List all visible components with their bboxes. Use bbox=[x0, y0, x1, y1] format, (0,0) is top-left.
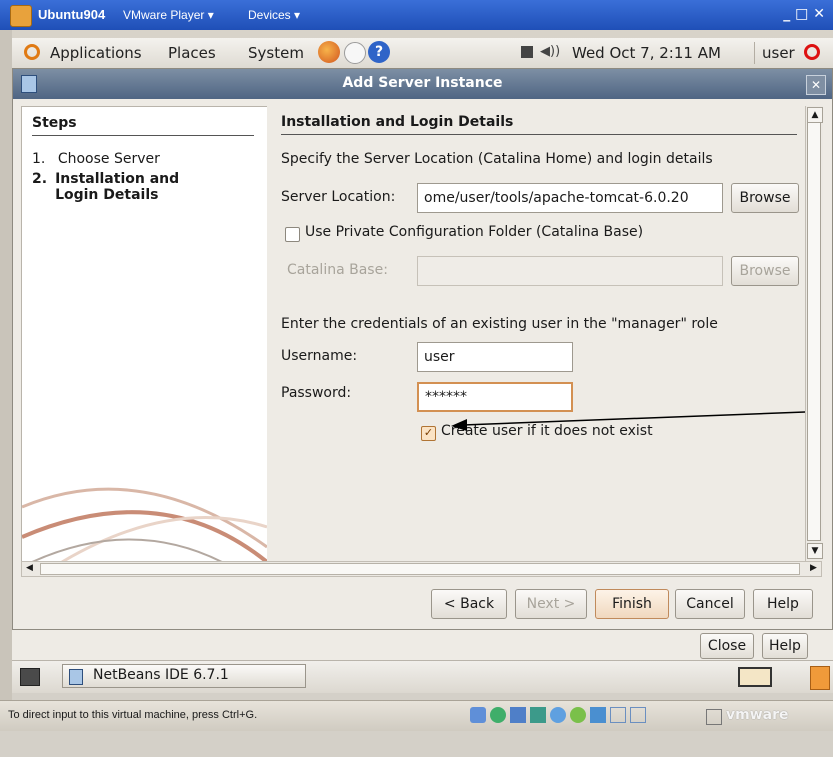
workspace-icon[interactable] bbox=[738, 667, 772, 687]
user-menu[interactable]: user bbox=[762, 44, 795, 62]
applications-menu[interactable]: Applications bbox=[50, 44, 142, 62]
cancel-button[interactable]: Cancel bbox=[675, 589, 745, 619]
vm-devices-menu[interactable]: Devices ▾ bbox=[248, 8, 300, 22]
private-config-label[interactable]: Use Private Configuration Folder (Catali… bbox=[305, 224, 643, 240]
vm-player-menu[interactable]: VMware Player ▾ bbox=[123, 8, 214, 22]
back-button[interactable]: < Back bbox=[431, 589, 507, 619]
gnome-top-panel: Applications Places System ? ◀)) Wed Oct… bbox=[12, 38, 833, 69]
status-hint: To direct input to this virtual machine,… bbox=[8, 709, 258, 721]
vmware-logo-icon bbox=[706, 709, 722, 725]
device-slot-icon[interactable] bbox=[630, 707, 646, 723]
step-item-current: 2. Installation and Login Details bbox=[32, 171, 252, 203]
dialog-title: Add Server Instance bbox=[342, 75, 503, 91]
installation-panel: Installation and Login Details Specify t… bbox=[267, 106, 805, 561]
horizontal-scrollbar[interactable]: ◀ ▶ bbox=[21, 561, 822, 577]
outer-help-button[interactable]: Help bbox=[762, 633, 808, 659]
scroll-left-arrow-icon[interactable]: ◀ bbox=[23, 562, 36, 575]
scroll-right-arrow-icon[interactable]: ▶ bbox=[807, 562, 820, 575]
vertical-scrollbar[interactable]: ▲ ▼ bbox=[805, 106, 823, 561]
device-icons[interactable] bbox=[470, 707, 670, 725]
scroll-thumb[interactable] bbox=[807, 122, 821, 541]
browse-server-location-button[interactable]: Browse bbox=[731, 183, 799, 213]
steps-panel: Steps 1. Choose Server 2. Installation a… bbox=[21, 106, 268, 563]
ubuntu-logo-icon bbox=[24, 44, 40, 60]
step-label: Installation and Login Details bbox=[55, 171, 180, 203]
vm-frame-top bbox=[12, 30, 833, 38]
steps-heading-rule bbox=[32, 135, 254, 136]
taskbar-window-button[interactable]: NetBeans IDE 6.7.1 bbox=[62, 664, 306, 688]
annotation-arrow bbox=[451, 411, 805, 431]
network-icon bbox=[521, 46, 533, 58]
vm-window-controls[interactable]: _ □ ✕ bbox=[783, 6, 825, 22]
vmware-brand: vmware bbox=[726, 707, 789, 723]
step-item: 1. Choose Server bbox=[32, 151, 160, 167]
password-label: Password: bbox=[281, 385, 352, 401]
browse-catalina-base-button: Browse bbox=[731, 256, 799, 286]
private-config-checkbox[interactable] bbox=[285, 227, 300, 242]
volume-icon[interactable]: ◀)) bbox=[540, 44, 560, 59]
close-icon[interactable]: ✕ bbox=[806, 75, 826, 95]
username-label: Username: bbox=[281, 348, 358, 364]
catalina-base-input bbox=[417, 256, 723, 286]
help-button[interactable]: Help bbox=[753, 589, 813, 619]
usb-icon[interactable] bbox=[550, 707, 566, 723]
add-server-dialog: Add Server Instance ✕ Steps 1. Choose Se… bbox=[12, 68, 833, 630]
vmware-status-bar: To direct input to this virtual machine,… bbox=[0, 700, 833, 731]
server-location-label: Server Location: bbox=[281, 189, 396, 205]
places-menu[interactable]: Places bbox=[168, 44, 216, 62]
printer-icon[interactable] bbox=[590, 707, 606, 723]
intro-text: Specify the Server Location (Catalina Ho… bbox=[281, 151, 713, 167]
vmware-titlebar: Ubuntu904 VMware Player ▾ Devices ▾ _ □ … bbox=[0, 0, 833, 30]
server-location-input[interactable]: ome/user/tools/apache-tomcat-6.0.20 bbox=[417, 183, 723, 213]
vm-title: Ubuntu904 bbox=[38, 7, 106, 22]
username-input[interactable]: user bbox=[417, 342, 573, 372]
heading-rule bbox=[281, 134, 797, 135]
show-desktop-icon[interactable] bbox=[20, 668, 40, 686]
clock[interactable]: Wed Oct 7, 2:11 AM bbox=[572, 44, 721, 62]
scroll-down-arrow-icon[interactable]: ▼ bbox=[807, 543, 823, 559]
cdrom-icon[interactable] bbox=[490, 707, 506, 723]
mail-icon[interactable] bbox=[344, 42, 366, 64]
step-number: 1. bbox=[32, 151, 46, 167]
outer-close-button[interactable]: Close bbox=[700, 633, 754, 659]
catalina-base-label: Catalina Base: bbox=[287, 262, 388, 278]
floppy-icon[interactable] bbox=[510, 707, 526, 723]
next-button: Next > bbox=[515, 589, 587, 619]
scroll-up-arrow-icon[interactable]: ▲ bbox=[807, 107, 823, 123]
step-label: Choose Server bbox=[57, 151, 160, 167]
taskbar-window-label: NetBeans IDE 6.7.1 bbox=[93, 667, 229, 683]
gnome-bottom-panel: NetBeans IDE 6.7.1 bbox=[12, 660, 833, 693]
create-user-checkbox[interactable]: ✓ bbox=[421, 426, 436, 441]
steps-heading: Steps bbox=[32, 115, 77, 131]
vm-frame-left bbox=[0, 30, 12, 700]
vm-app-icon bbox=[10, 5, 32, 27]
system-menu[interactable]: System bbox=[248, 44, 304, 62]
help-icon[interactable]: ? bbox=[368, 41, 390, 63]
sound-icon[interactable] bbox=[570, 707, 586, 723]
firefox-icon[interactable] bbox=[318, 41, 340, 63]
step-number: 2. bbox=[32, 171, 48, 187]
finish-button[interactable]: Finish bbox=[595, 589, 669, 619]
panel-divider bbox=[754, 42, 755, 64]
credentials-text: Enter the credentials of an existing use… bbox=[281, 316, 718, 332]
decorative-swoosh-graphic bbox=[22, 487, 267, 562]
hscroll-thumb[interactable] bbox=[40, 563, 800, 575]
netbeans-taskbar-icon bbox=[69, 669, 83, 685]
trash-icon[interactable] bbox=[810, 666, 830, 690]
hard-disk-icon[interactable] bbox=[470, 707, 486, 723]
dialog-titlebar: Add Server Instance ✕ bbox=[13, 69, 832, 99]
device-slot-icon[interactable] bbox=[610, 707, 626, 723]
power-icon[interactable] bbox=[804, 44, 820, 60]
panel-heading: Installation and Login Details bbox=[281, 114, 514, 130]
netbeans-icon bbox=[21, 75, 37, 93]
network-adapter-icon[interactable] bbox=[530, 707, 546, 723]
